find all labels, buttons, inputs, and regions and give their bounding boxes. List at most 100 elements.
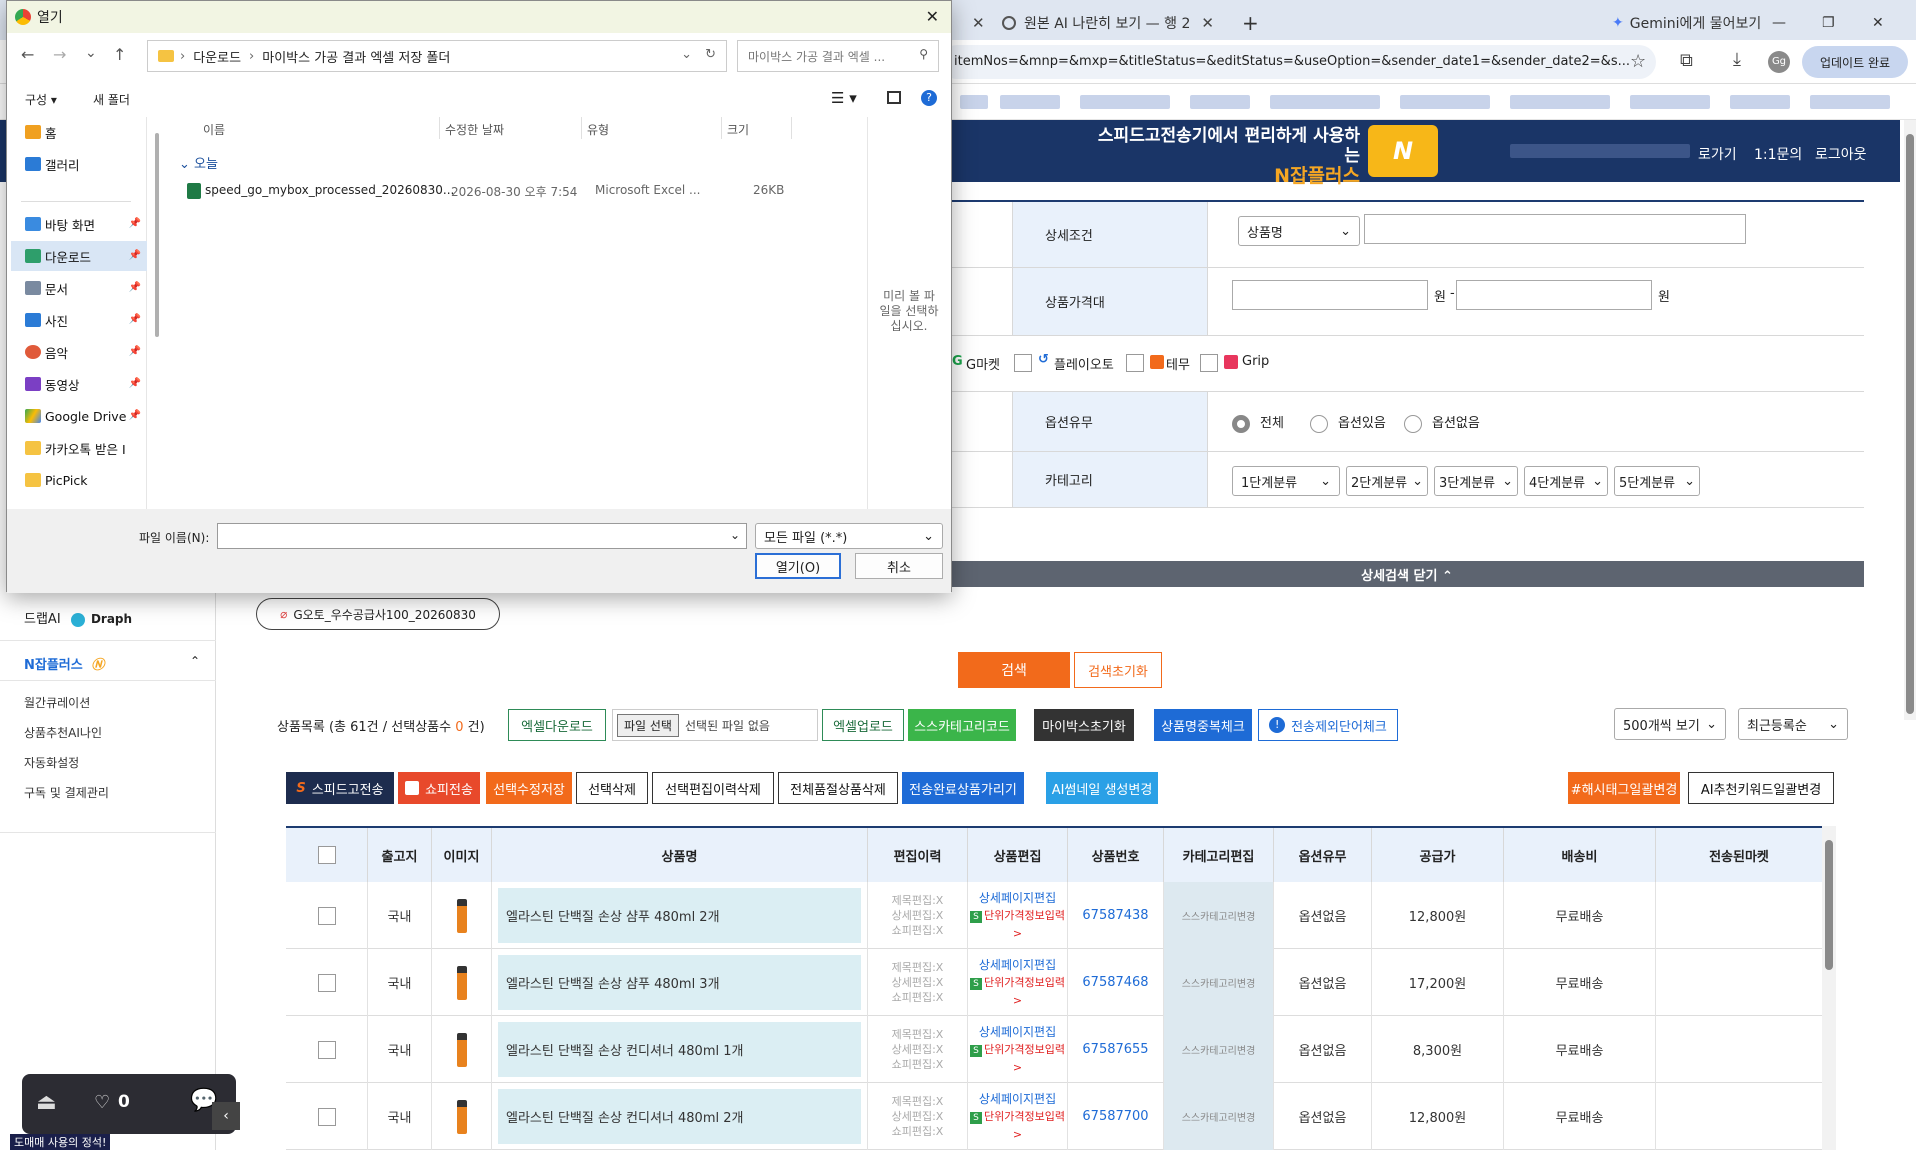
table-row[interactable]: 국내 엘라스틴 단백질 손상 샴푸 480ml 2개 제목편집:X 상세편집:X 쇼피편… [286, 882, 1822, 949]
nav-documents[interactable]: 문서 📌 [11, 273, 147, 303]
nav-home[interactable]: 홈 [11, 117, 147, 147]
product-name-field[interactable]: 엘라스틴 단백질 손상 컨디셔너 480ml 1개 [498, 1022, 861, 1077]
row-checkbox[interactable] [317, 1040, 336, 1059]
row-product-no[interactable]: 67587655 [1068, 1016, 1164, 1083]
save-selected-button[interactable]: 선택수정저장 [486, 772, 572, 804]
close-detail-search-bar[interactable]: 상세검색 닫기 ⌃ [950, 561, 1864, 587]
folder-search-input[interactable]: 마이박스 가공 결과 엑셀 ... ⚲ [737, 40, 939, 72]
delete-selected-button[interactable]: 선택삭제 [576, 772, 648, 804]
minimize-button[interactable]: — [1760, 6, 1800, 40]
nav-videos[interactable]: 동영상 📌 [11, 369, 147, 399]
saved-search-tag[interactable]: ⌀ G오토_우수공급사100_20260830 [256, 598, 500, 630]
menu-icon[interactable]: ⏏ [36, 1090, 57, 1115]
breadcrumb-downloads[interactable]: 다운로드 [193, 47, 241, 66]
product-number-link[interactable]: 67587700 [1082, 1109, 1148, 1124]
market-checkbox-playauto[interactable] [1014, 354, 1032, 372]
row-product-no[interactable]: 67587438 [1068, 882, 1164, 949]
category-select-4[interactable]: 4단계분류 ⌄ [1524, 466, 1608, 496]
search-button[interactable]: 검색 [958, 652, 1070, 688]
profile-avatar[interactable]: Gg [1768, 51, 1790, 73]
price-min-input[interactable] [1232, 280, 1428, 310]
bookmark-item[interactable] [1190, 95, 1250, 109]
detail-page-edit-link[interactable]: 상세페이지편집 [968, 956, 1067, 974]
star-icon[interactable]: ☆ [1630, 51, 1646, 72]
back-arrow-icon[interactable]: ← [21, 45, 34, 64]
category-edit-link[interactable]: 스스카테고리변경 [1182, 1109, 1256, 1124]
close-window-button[interactable]: ✕ [1860, 6, 1900, 40]
table-scrollbar-thumb[interactable] [1825, 840, 1833, 970]
category-edit-link[interactable]: 스스카테고리변경 [1182, 908, 1256, 923]
product-name-field[interactable]: 엘라스틴 단백질 손상 샴푸 480ml 3개 [498, 955, 861, 1010]
sort-select[interactable]: 최근등록순 ⌄ [1738, 708, 1848, 740]
shopee-send-button[interactable]: 쇼피전송 [398, 772, 480, 804]
unit-price-link[interactable]: S 단위가격정보입력> [968, 907, 1067, 943]
view-menu-icon[interactable]: ☰ ▾ [831, 89, 857, 107]
reset-search-button[interactable]: 검색초기화 [1074, 652, 1162, 688]
hashtag-bulk-button[interactable]: #해시태그일괄변경 [1568, 772, 1680, 804]
ss-category-code-button[interactable]: 스스카테고리코드 [908, 709, 1016, 741]
hide-sent-button[interactable]: 전송완료상품가리기 [902, 772, 1024, 804]
row-category-edit[interactable]: 스스카테고리변경 [1164, 882, 1274, 949]
unit-price-link[interactable]: S 단위가격정보입력> [968, 1041, 1067, 1077]
header-link-logout[interactable]: 로그아웃 [1815, 144, 1867, 164]
bookmark-item[interactable] [1730, 95, 1790, 109]
row-checkbox[interactable] [317, 906, 336, 925]
preview-pane-icon[interactable] [887, 91, 901, 104]
collapse-widget-icon[interactable]: ‹ [212, 1102, 240, 1130]
select-all-checkbox[interactable] [317, 846, 336, 864]
path-breadcrumb[interactable]: › 다운로드 › 마이박스 가공 결과 엑셀 저장 폴더 ⌄ ↻ [147, 40, 727, 72]
heart-icon[interactable]: ♡ [94, 1092, 110, 1113]
open-button[interactable]: 열기(O) [755, 553, 841, 579]
col-type-header[interactable]: 유형 [587, 121, 609, 138]
nav-picpick[interactable]: PicPick [11, 465, 147, 495]
bookmark-item[interactable] [1810, 95, 1890, 109]
option-all-radio[interactable]: 전체 [1232, 412, 1284, 433]
breadcrumb-folder[interactable]: 마이박스 가공 결과 엑셀 저장 폴더 [262, 47, 450, 66]
new-folder-button[interactable]: 새 폴더 [93, 91, 130, 108]
table-row[interactable]: 국내 엘라스틴 단백질 손상 샴푸 480ml 3개 제목편집:X 상세편집:X 쇼피편… [286, 949, 1822, 1016]
cancel-button[interactable]: 취소 [855, 553, 943, 579]
category-select-2[interactable]: 2단계분류 ⌄ [1346, 466, 1428, 496]
detail-keyword-input[interactable] [1364, 214, 1746, 244]
ai-keyword-bulk-button[interactable]: AI추천키워드일괄변경 [1688, 772, 1834, 804]
detail-page-edit-link[interactable]: 상세페이지편집 [968, 1090, 1067, 1108]
row-name-cell[interactable]: 엘라스틴 단백질 손상 샴푸 480ml 2개 [492, 882, 868, 949]
sidebar-item-ai-recommend[interactable]: 상품추천AI나인 [24, 724, 102, 741]
row-checkbox[interactable] [317, 973, 336, 992]
ai-thumbnail-button[interactable]: AI썸네일 생성변경 [1046, 772, 1158, 804]
row-name-cell[interactable]: 엘라스틴 단백질 손상 컨디셔너 480ml 1개 [492, 1016, 868, 1083]
col-date-header[interactable]: 수정한 날짜 [445, 121, 504, 138]
name-duplicate-check-button[interactable]: 상품명중복체크 [1154, 709, 1252, 741]
row-category-edit[interactable]: 스스카테고리변경 [1164, 949, 1274, 1016]
delete-edit-history-button[interactable]: 선택편집이력삭제 [652, 772, 774, 804]
category-edit-link[interactable]: 스스카테고리변경 [1182, 1042, 1256, 1057]
speedgo-send-button[interactable]: S 스피드고전송 [286, 772, 394, 804]
tab-side-by-side[interactable]: 원본 AI 나란히 보기 — 행 2 ✕ [990, 6, 1226, 40]
category-select-3[interactable]: 3단계분류 ⌄ [1434, 466, 1518, 496]
row-product-no[interactable]: 67587468 [1068, 949, 1164, 1016]
row-product-no[interactable]: 67587700 [1068, 1083, 1164, 1150]
bookmark-item[interactable] [1000, 95, 1060, 109]
path-dropdown-icon[interactable]: ⌄ [681, 47, 692, 62]
excel-upload-button[interactable]: 엑셀업로드 [822, 709, 904, 741]
detail-condition-select[interactable]: 상품명 ⌄ [1238, 216, 1360, 246]
restore-button[interactable]: ❐ [1810, 6, 1850, 40]
sidebar-item-automation[interactable]: 자동화설정 [24, 754, 79, 771]
header-link-home[interactable]: 로가기 [1698, 144, 1737, 164]
page-scrollbar[interactable] [1904, 120, 1916, 720]
up-arrow-icon[interactable]: ↑ [113, 45, 126, 64]
update-button[interactable]: 업데이트 완료 [1802, 46, 1908, 78]
dialog-close-icon[interactable]: ✕ [926, 7, 939, 26]
bookmark-item[interactable] [960, 95, 988, 109]
mybox-reset-button[interactable]: 마이박스초기화 [1034, 709, 1134, 741]
header-link-inquiry[interactable]: 1:1문의 [1754, 144, 1802, 164]
row-category-edit[interactable]: 스스카테고리변경 [1164, 1083, 1274, 1150]
exclude-word-check-button[interactable]: ! 전송제외단어체크 [1258, 709, 1398, 741]
unit-price-link[interactable]: S 단위가격정보입력> [968, 1108, 1067, 1144]
category-select-5[interactable]: 5단계분류 ⌄ [1614, 466, 1700, 496]
row-image[interactable] [432, 1083, 492, 1150]
promo-banner[interactable]: 스피드고전송기에서 편리하게 사용하는 N잡플러스 [1090, 126, 1360, 186]
row-category-edit[interactable]: 스스카테고리변경 [1164, 1016, 1274, 1083]
page-scrollbar-thumb[interactable] [1906, 134, 1914, 714]
extensions-icon[interactable]: ⧉ [1680, 50, 1693, 71]
